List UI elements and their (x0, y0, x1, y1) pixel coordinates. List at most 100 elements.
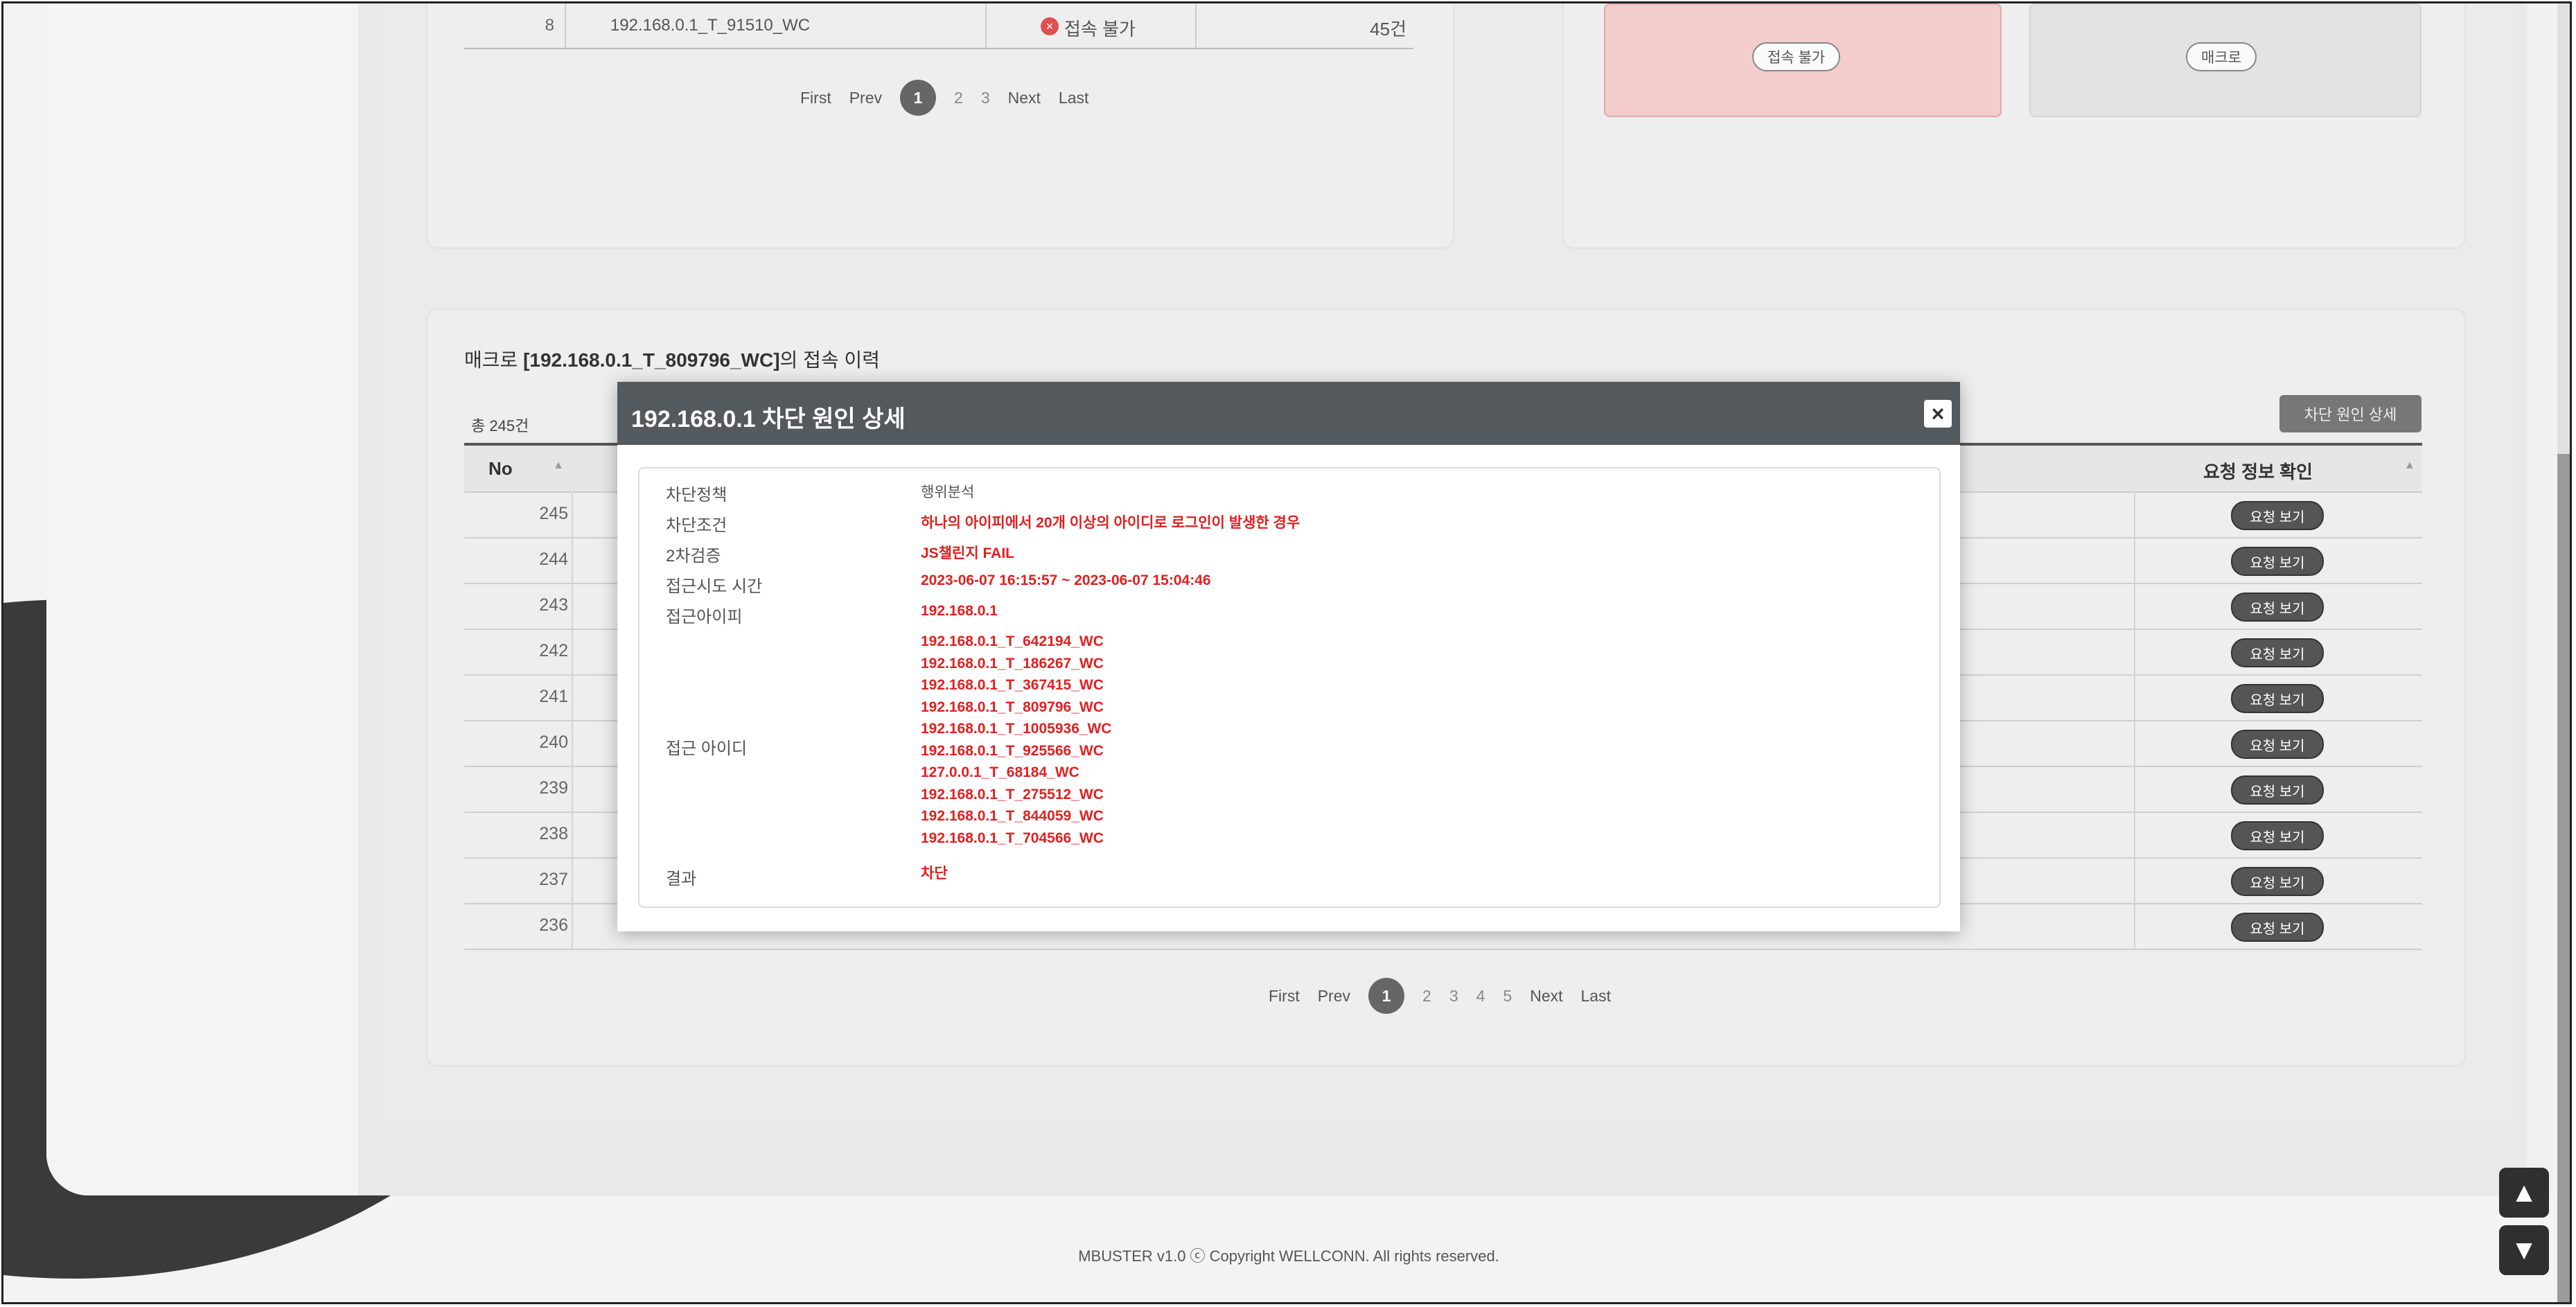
column-divider (572, 903, 573, 949)
row-number: 245 (539, 504, 568, 523)
sort-icon[interactable]: ▲ (553, 459, 564, 472)
value-second-check: JS챌린지 FAIL (921, 545, 1014, 561)
row-number: 236 (539, 915, 568, 935)
block-detail-modal: 192.168.0.1 차단 원인 상세 × 차단정책 행위분석 차단조건 하나… (617, 382, 1960, 931)
column-divider (572, 491, 573, 537)
label-second-check: 2차검증 (666, 547, 721, 565)
row-count: 45건 (1370, 19, 1406, 40)
column-divider (2134, 903, 2135, 949)
row-number: 240 (539, 733, 568, 752)
sort-icon[interactable]: ▲ (2404, 459, 2415, 472)
view-request-button[interactable]: 요청 보기 (2231, 730, 2324, 759)
access-id-item: 192.168.0.1_T_367415_WC (921, 677, 1104, 693)
scroll-up-icon[interactable]: ▲ (2499, 1168, 2549, 1218)
column-divider (572, 857, 573, 903)
column-divider (572, 812, 573, 857)
column-divider (2134, 857, 2135, 903)
top-table-row[interactable]: 8 192.168.0.1_T_91510_WC × 접속 불가 45건 (464, 3, 1413, 49)
label-access-time: 접근시도 시간 (666, 577, 763, 596)
access-id-item: 192.168.0.1_T_186267_WC (921, 655, 1104, 672)
pager-page-3[interactable]: 3 (981, 89, 990, 107)
scroll-down-icon[interactable]: ▼ (2499, 1225, 2549, 1275)
column-divider (572, 583, 573, 629)
label-result: 결과 (666, 870, 697, 888)
value-condition: 하나의 아이피에서 20개 이상의 아이디로 로그인이 발생한 경우 (921, 515, 1300, 531)
footer-copyright: MBUSTER v1.0 ⓒ Copyright WELLCONN. All r… (1078, 1247, 1499, 1265)
view-request-button[interactable]: 요청 보기 (2231, 821, 2324, 850)
pager-first[interactable]: First (800, 89, 831, 107)
row-number: 8 (545, 16, 554, 35)
access-id-item: 127.0.0.1_T_68184_WC (921, 764, 1079, 780)
view-request-button[interactable]: 요청 보기 (2231, 684, 2324, 713)
view-request-button[interactable]: 요청 보기 (2231, 593, 2324, 622)
row-number: 242 (539, 641, 568, 660)
value-policy: 행위분석 (921, 484, 975, 500)
pager-first[interactable]: First (1269, 987, 1300, 1006)
pager-next[interactable]: Next (1530, 987, 1562, 1006)
access-id-item: 192.168.0.1_T_809796_WC (921, 699, 1104, 715)
top-pagination: First Prev 1 2 3 Next Last (800, 80, 1088, 116)
col-no[interactable]: No (488, 458, 513, 480)
access-id-item: 192.168.0.1_T_642194_WC (921, 633, 1104, 649)
column-divider (572, 537, 573, 583)
view-request-button[interactable]: 요청 보기 (2231, 913, 2324, 942)
column-divider (2134, 583, 2135, 629)
pager-next[interactable]: Next (1008, 89, 1041, 107)
column-divider (2134, 674, 2135, 720)
error-icon: × (1041, 17, 1059, 35)
row-status: 접속 불가 (1064, 19, 1136, 40)
access-id-item: 192.168.0.1_T_844059_WC (921, 808, 1104, 824)
pager-page-3[interactable]: 3 (1449, 987, 1458, 1006)
column-divider (572, 766, 573, 812)
row-number: 243 (539, 595, 568, 615)
column-divider (2134, 629, 2135, 674)
value-result: 차단 (921, 866, 948, 881)
scrollbar-thumb[interactable] (2557, 454, 2570, 1302)
column-divider (2134, 537, 2135, 583)
value-access-time: 2023-06-07 16:15:57 ~ 2023-06-07 15:04:4… (921, 572, 1211, 588)
blocked-status-pill: 접속 불가 (1752, 42, 1841, 71)
view-request-button[interactable]: 요청 보기 (2231, 775, 2324, 805)
pager-page-1[interactable]: 1 (900, 80, 937, 116)
column-divider (2134, 812, 2135, 857)
pager-page-2[interactable]: 2 (954, 89, 963, 107)
column-divider (572, 629, 573, 674)
row-number: 239 (539, 778, 568, 798)
pager-prev[interactable]: Prev (849, 89, 882, 107)
pager-page-1[interactable]: 1 (1368, 978, 1405, 1014)
pager-page-2[interactable]: 2 (1422, 987, 1431, 1006)
column-divider (2134, 720, 2135, 766)
pager-page-5[interactable]: 5 (1503, 987, 1512, 1006)
row-id: 192.168.0.1_T_91510_WC (610, 16, 811, 35)
modal-header: 192.168.0.1 차단 원인 상세 × (617, 382, 1960, 445)
value-access-ip: 192.168.0.1 (921, 603, 998, 619)
label-condition: 차단조건 (666, 516, 727, 535)
column-divider (2134, 491, 2135, 537)
block-detail-button[interactable]: 차단 원인 상세 (2279, 395, 2421, 432)
row-number: 238 (539, 824, 568, 843)
access-id-item: 192.168.0.1_T_925566_WC (921, 742, 1104, 759)
row-number: 241 (539, 687, 568, 706)
label-policy: 차단정책 (666, 486, 727, 505)
pager-page-4[interactable]: 4 (1476, 987, 1485, 1006)
close-icon[interactable]: × (1924, 400, 1952, 428)
modal-body: 차단정책 행위분석 차단조건 하나의 아이피에서 20개 이상의 아이디로 로그… (638, 467, 1941, 908)
column-divider (572, 674, 573, 720)
view-request-button[interactable]: 요청 보기 (2231, 501, 2324, 530)
column-divider (985, 3, 987, 48)
pager-prev[interactable]: Prev (1318, 987, 1350, 1006)
bottom-pagination: First Prev 1 2 3 4 5 Next Last (1269, 978, 1611, 1014)
access-id-item: 192.168.0.1_T_275512_WC (921, 786, 1104, 802)
view-request-button[interactable]: 요청 보기 (2231, 867, 2324, 896)
modal-title: 192.168.0.1 차단 원인 상세 (631, 406, 906, 432)
view-request-button[interactable]: 요청 보기 (2231, 547, 2324, 576)
col-request[interactable]: 요청 정보 확인 (2203, 458, 2313, 484)
view-request-button[interactable]: 요청 보기 (2231, 638, 2324, 667)
access-id-item: 192.168.0.1_T_1005936_WC (921, 721, 1112, 737)
macro-status-pill: 매크로 (2186, 42, 2257, 71)
history-count: 총 245건 (471, 417, 529, 435)
pager-last[interactable]: Last (1059, 89, 1088, 107)
row-number: 237 (539, 870, 568, 889)
pager-last[interactable]: Last (1581, 987, 1611, 1006)
row-number: 244 (539, 550, 568, 569)
